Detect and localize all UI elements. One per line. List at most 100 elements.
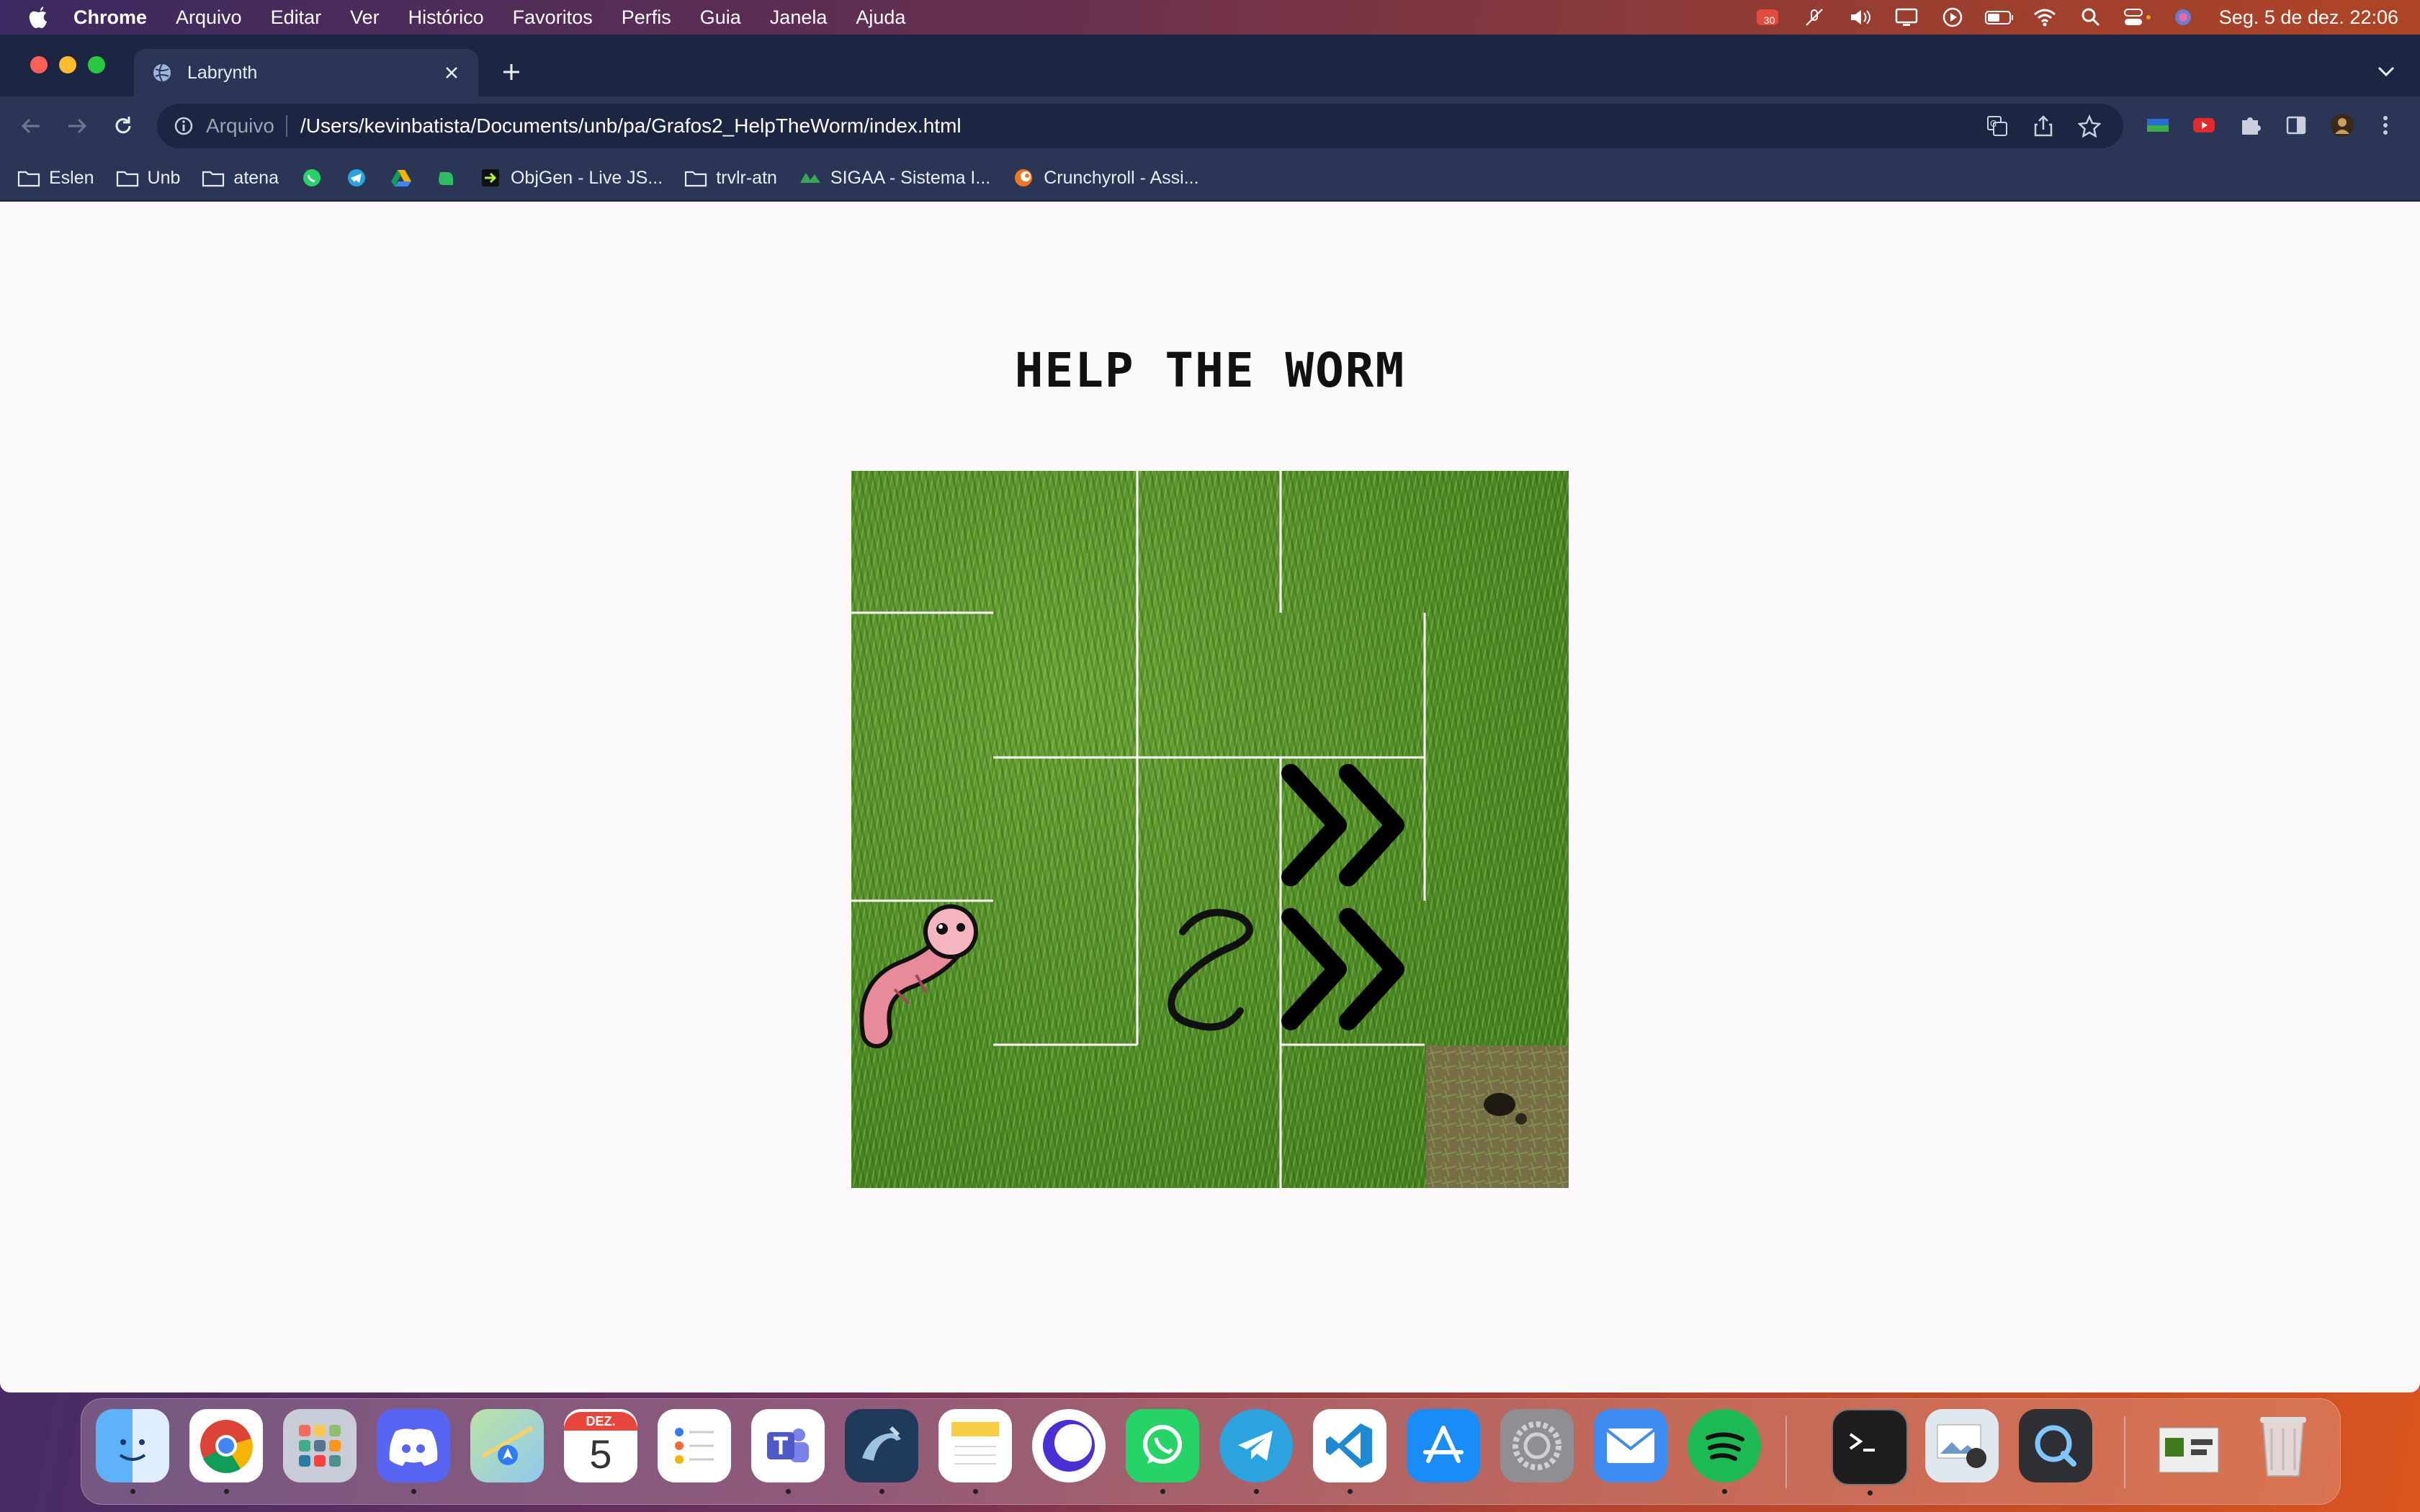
folder-icon: [202, 168, 225, 188]
back-arrow-icon[interactable]: [16, 111, 46, 141]
menu-perfis[interactable]: Perfis: [622, 6, 671, 29]
share-icon[interactable]: [2031, 114, 2056, 138]
menu-guia[interactable]: Guia: [700, 6, 741, 29]
calendar-icon[interactable]: DEZ. 5: [564, 1409, 637, 1482]
fantastical-badge-icon[interactable]: 30: [1754, 6, 1783, 29]
maze-canvas: [851, 471, 1569, 1188]
menu-editar[interactable]: Editar: [271, 6, 322, 29]
spotify-icon[interactable]: [1688, 1409, 1761, 1494]
page-title: Help the worm: [1014, 343, 1406, 398]
tab-search-chevron-icon[interactable]: [2374, 59, 2398, 84]
menubar-clock[interactable]: Seg. 5 de dez. 22:06: [2219, 6, 2398, 29]
bookmark-item[interactable]: [300, 168, 323, 188]
downloads-stack-icon[interactable]: [2153, 1409, 2226, 1482]
finder-icon[interactable]: [96, 1409, 169, 1494]
tab-strip: Labrynth: [0, 35, 2420, 96]
display-icon[interactable]: [1892, 6, 1921, 29]
app-store-icon[interactable]: [1407, 1409, 1480, 1482]
maze-board[interactable]: [851, 471, 1569, 1188]
forward-arrow-icon[interactable]: [62, 111, 92, 141]
bookmark-item[interactable]: Unb: [116, 168, 180, 189]
bookmark-item[interactable]: Eslen: [17, 168, 94, 189]
menu-arquivo[interactable]: Arquivo: [176, 6, 242, 29]
orion-icon[interactable]: [1032, 1409, 1106, 1482]
extension-flag-icon[interactable]: [2143, 111, 2172, 140]
bookmark-item[interactable]: SIGAA - Sistema I...: [799, 168, 990, 189]
tab-close-icon[interactable]: [441, 62, 462, 84]
apple-icon[interactable]: [26, 4, 52, 30]
mail-icon[interactable]: [1594, 1409, 1667, 1482]
url-scheme-label: Arquivo: [206, 114, 274, 137]
launchpad-icon[interactable]: [283, 1409, 357, 1482]
calendar-month: DEZ.: [564, 1412, 637, 1431]
bookmark-item[interactable]: atena: [202, 168, 279, 189]
goal-hole: [1426, 1045, 1569, 1188]
side-panel-icon[interactable]: [2282, 111, 2311, 140]
menu-ajuda[interactable]: Ajuda: [856, 6, 905, 29]
reminders-icon[interactable]: [658, 1409, 731, 1482]
bookmark-item[interactable]: trvlr-atn: [684, 168, 777, 189]
quicktime-icon[interactable]: [2019, 1409, 2092, 1482]
bookmark-star-icon[interactable]: [2077, 114, 2102, 138]
path-chevron-icon: [1281, 908, 1404, 1030]
address-bar[interactable]: Arquivo /Users/kevinbatista/Documents/un…: [157, 104, 2123, 148]
google-drive-icon: [390, 168, 413, 188]
crunchyroll-icon: [1012, 168, 1035, 188]
control-center-icon[interactable]: [2123, 6, 2151, 29]
now-playing-icon[interactable]: [1938, 6, 1967, 29]
new-tab-button[interactable]: [497, 58, 526, 86]
window-close-button[interactable]: [30, 56, 48, 73]
window-zoom-button[interactable]: [88, 56, 105, 73]
menu-historico[interactable]: Histórico: [408, 6, 484, 29]
url-text[interactable]: /Users/kevinbatista/Documents/unb/pa/Gra…: [300, 114, 1985, 138]
bookmark-item[interactable]: [345, 168, 368, 188]
vscode-icon[interactable]: [1313, 1409, 1386, 1494]
chrome-icon[interactable]: [189, 1409, 263, 1494]
path-chevron-icon: [1281, 764, 1404, 886]
whatsapp-icon: [300, 168, 323, 188]
siri-icon[interactable]: [2169, 6, 2197, 29]
volume-icon[interactable]: [1846, 6, 1875, 29]
menu-janela[interactable]: Janela: [770, 6, 828, 29]
mysql-workbench-icon[interactable]: [845, 1409, 918, 1494]
terminal-icon[interactable]: [1832, 1409, 1908, 1495]
extension-youtube-icon[interactable]: [2190, 111, 2218, 140]
wifi-icon[interactable]: [2030, 6, 2059, 29]
window-minimize-button[interactable]: [59, 56, 76, 73]
sigaa-icon: [799, 168, 822, 188]
evernote-icon: [434, 168, 457, 188]
spotlight-search-icon[interactable]: [2076, 6, 2105, 29]
discord-icon[interactable]: [377, 1409, 450, 1494]
preview-icon[interactable]: [1925, 1409, 1999, 1482]
bookmark-label: ObjGen - Live JS...: [510, 167, 663, 188]
profile-avatar[interactable]: [2328, 111, 2357, 140]
maps-icon[interactable]: [470, 1409, 544, 1482]
whatsapp-icon[interactable]: [1126, 1409, 1199, 1494]
extensions-puzzle-icon[interactable]: [2236, 111, 2264, 140]
menu-favoritos[interactable]: Favoritos: [513, 6, 593, 29]
globe-icon: [151, 62, 173, 84]
reload-icon[interactable]: [108, 111, 138, 141]
translate-icon[interactable]: G: [1985, 114, 2009, 138]
mic-muted-icon[interactable]: [1800, 6, 1829, 29]
folder-icon: [17, 168, 40, 188]
chrome-menu-icon[interactable]: [2371, 111, 2400, 140]
info-icon[interactable]: [173, 115, 194, 137]
worm-player-icon[interactable]: [859, 904, 978, 1048]
bookmark-item[interactable]: ObjGen - Live JS...: [479, 168, 663, 189]
system-preferences-icon[interactable]: [1500, 1409, 1574, 1482]
trash-icon[interactable]: [2246, 1409, 2320, 1482]
browser-toolbar: Arquivo /Users/kevinbatista/Documents/un…: [0, 96, 2420, 156]
menu-ver[interactable]: Ver: [350, 6, 380, 29]
badge-count: 30: [1763, 14, 1775, 26]
menu-app-chrome[interactable]: Chrome: [73, 6, 147, 29]
dock-divider: [1785, 1416, 1787, 1488]
telegram-icon[interactable]: [1219, 1409, 1293, 1494]
notes-icon[interactable]: [938, 1409, 1012, 1494]
teams-icon[interactable]: [751, 1409, 825, 1494]
bookmark-item[interactable]: Crunchyroll - Assi...: [1012, 168, 1199, 189]
bookmark-item[interactable]: [434, 168, 457, 188]
battery-icon[interactable]: [1984, 6, 2013, 29]
tab-labrynth[interactable]: Labrynth: [134, 49, 478, 96]
bookmark-item[interactable]: [390, 168, 413, 188]
